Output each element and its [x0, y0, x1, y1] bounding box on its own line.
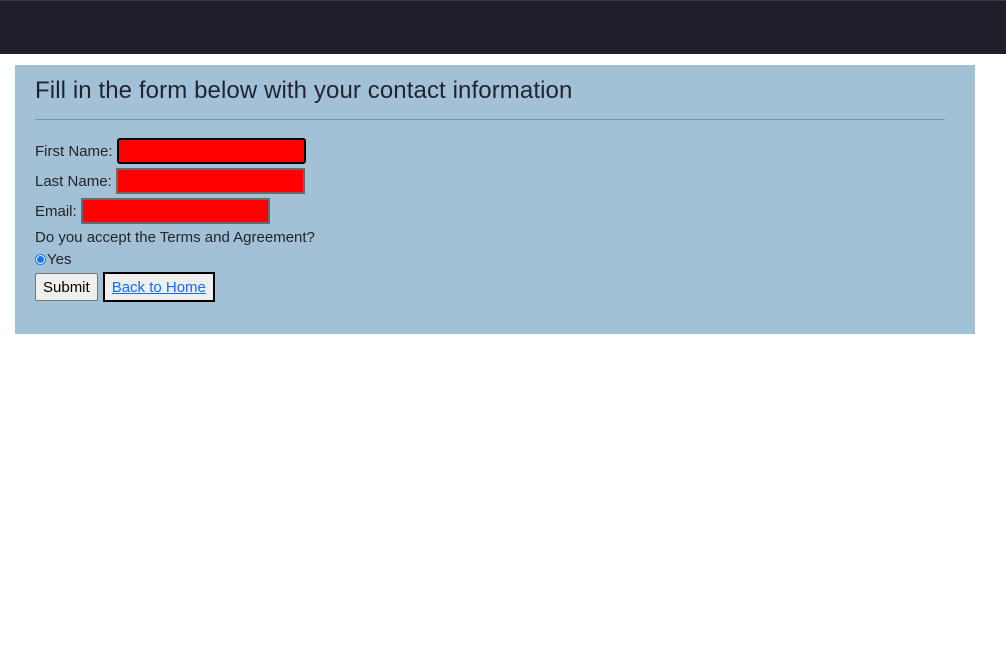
terms-question: Do you accept the Terms and Agreement?: [35, 229, 315, 246]
last-name-row: Last Name:: [35, 166, 945, 196]
contact-form-panel: Fill in the form below with your contact…: [15, 65, 975, 334]
terms-yes-radio[interactable]: [35, 253, 46, 265]
submit-button[interactable]: Submit: [35, 273, 98, 301]
divider: [35, 119, 945, 120]
terms-yes-label[interactable]: Yes: [47, 251, 71, 268]
back-to-home-link[interactable]: Back to Home: [102, 272, 215, 302]
first-name-row: First Name:: [35, 136, 945, 166]
email-input[interactable]: [80, 198, 270, 224]
form-actions: Submit Back to Home: [35, 272, 945, 302]
first-name-input[interactable]: [116, 138, 306, 164]
terms-radio-row: Yes: [35, 248, 945, 270]
last-name-input[interactable]: [115, 168, 305, 194]
email-row: Email:: [35, 196, 945, 226]
first-name-label: First Name:: [35, 142, 113, 160]
last-name-label: Last Name:: [35, 172, 112, 190]
email-label: Email:: [35, 202, 77, 220]
form-title: Fill in the form below with your contact…: [35, 77, 573, 104]
top-navbar: [0, 0, 1006, 54]
